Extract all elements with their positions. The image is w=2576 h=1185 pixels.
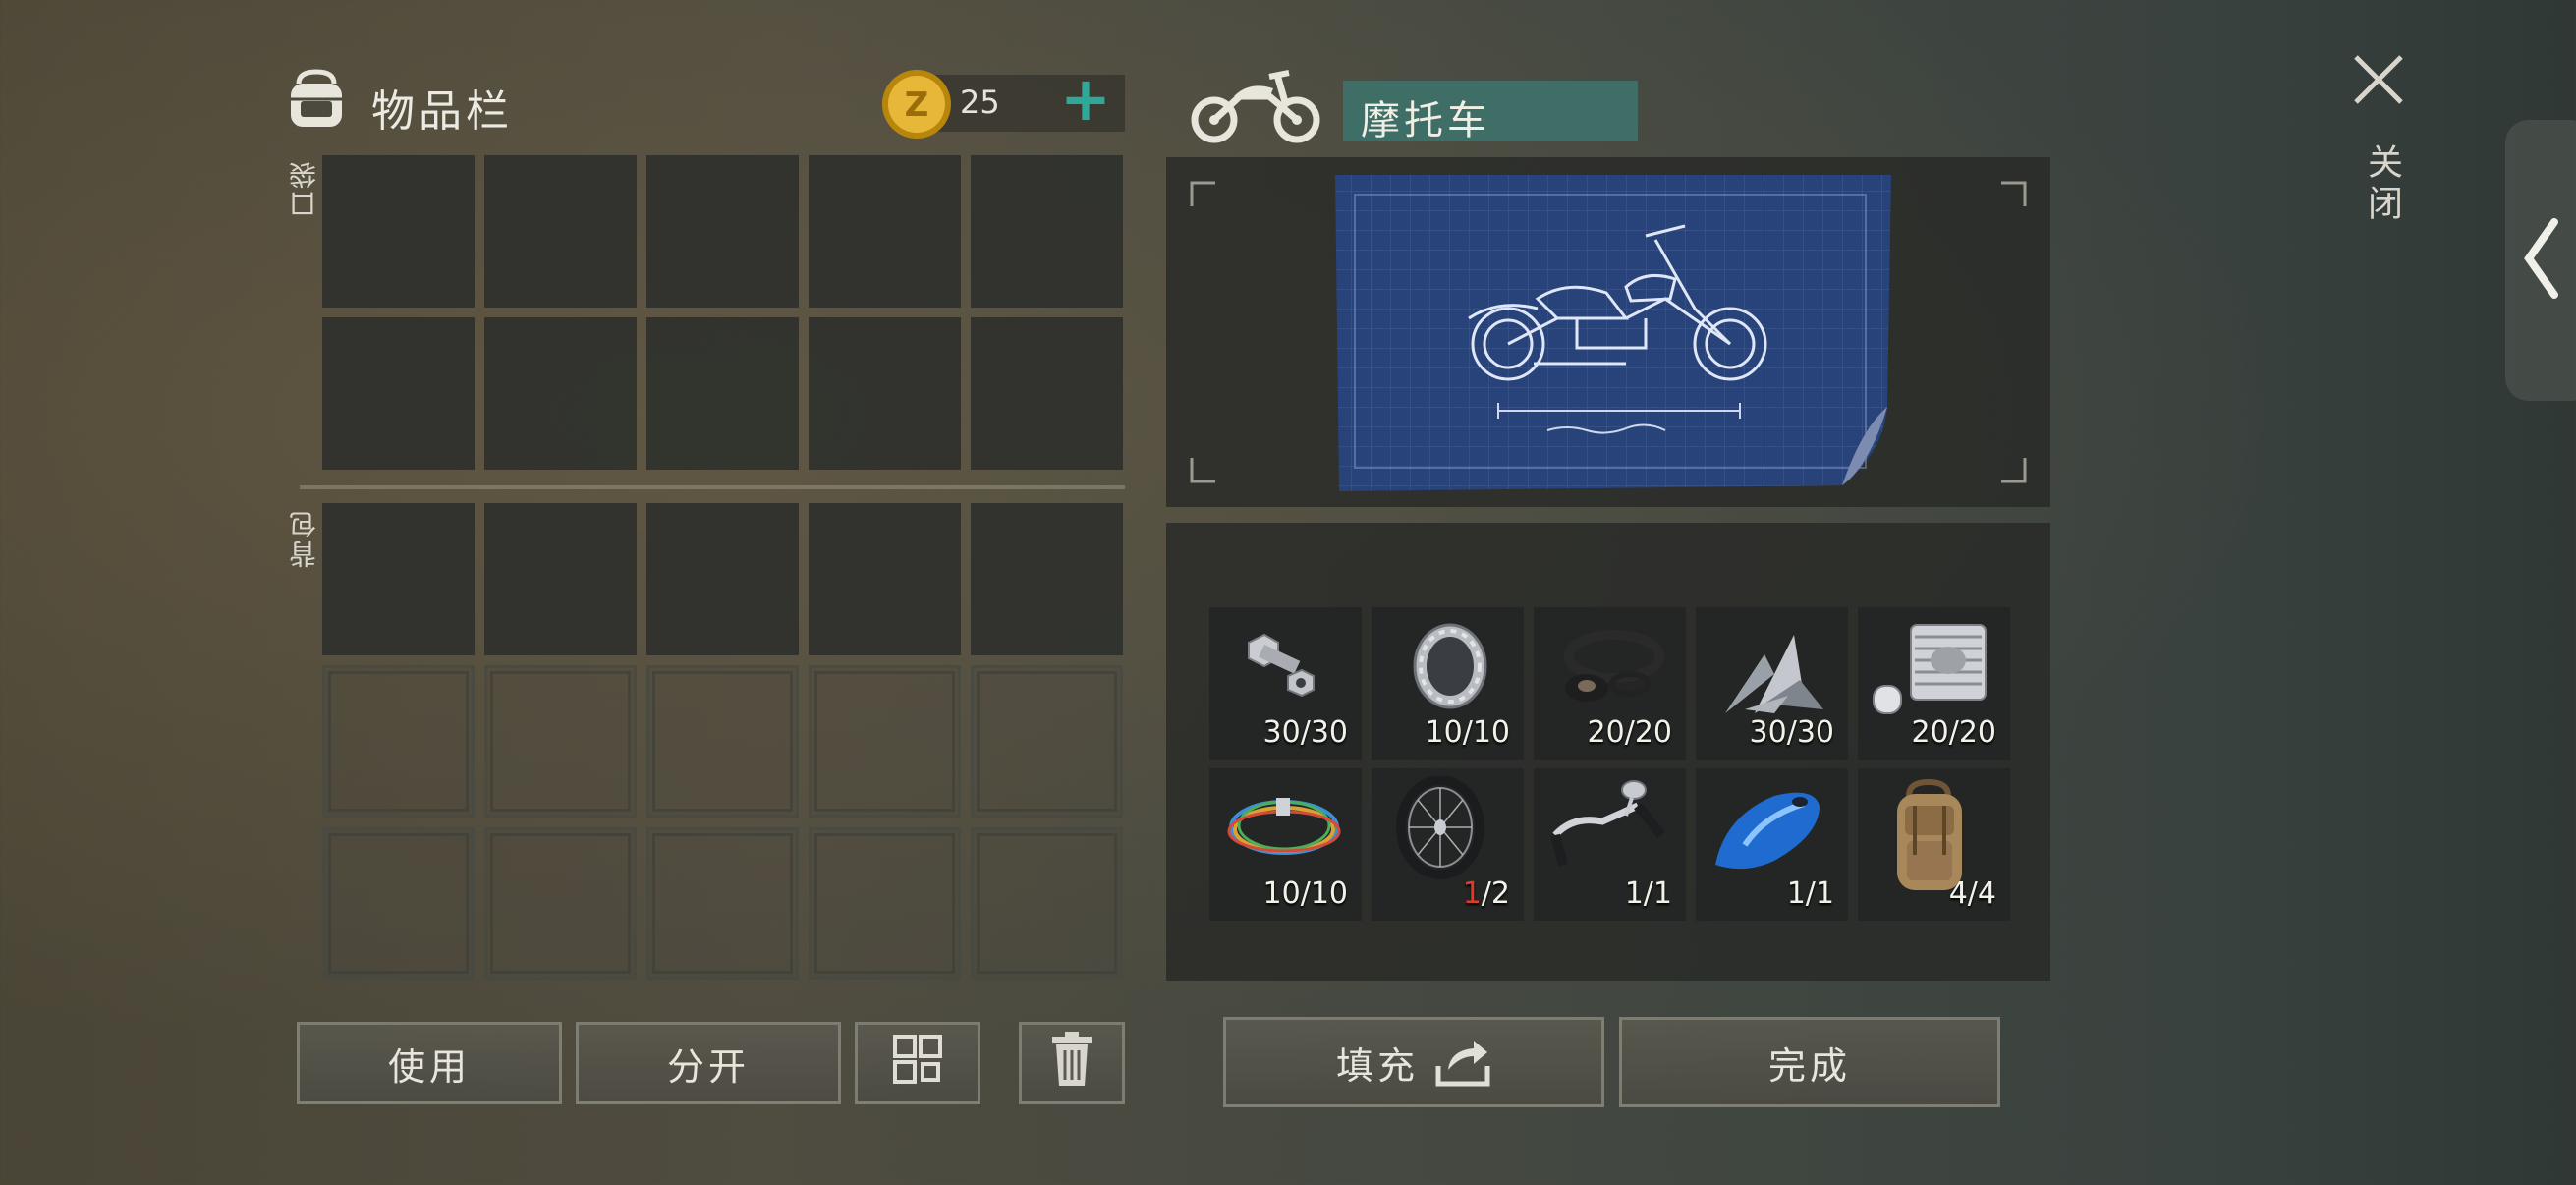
locked-slot [646,827,799,980]
coin-icon: Z [879,67,954,145]
blueprint-panel [1166,157,2050,507]
pocket-slot[interactable] [971,155,1123,308]
part-count: 1/1 [1624,876,1672,911]
part-count: 4/4 [1948,876,1996,911]
split-button[interactable]: 分开 [576,1022,841,1104]
locked-slot [322,827,475,980]
craft-title-box: 摩托车 [1343,81,1638,143]
part-have-missing: 1 [1462,876,1482,911]
part-count: 10/10 [1425,715,1510,750]
add-coins-button[interactable]: + [1060,65,1111,134]
trash-icon [1050,1031,1093,1097]
part-slot[interactable]: 10/10 [1209,768,1362,921]
part-slot[interactable]: 20/20 [1858,607,2010,760]
pocket-slot[interactable] [322,317,475,470]
part-count: 1/1 [1786,876,1834,911]
inventory-title: 物品栏 [371,86,513,137]
pocket-slot[interactable] [971,317,1123,470]
fill-button[interactable]: 填充 [1223,1017,1604,1107]
sort-button[interactable] [855,1022,980,1104]
pocket-slot[interactable] [646,317,799,470]
motorcycle-blueprint-icon [1331,171,1901,499]
craft-title: 摩托车 [1361,98,1490,143]
grid-sort-icon [892,1034,943,1094]
side-drawer-tab[interactable] [2505,120,2576,401]
backpack-icon [285,66,348,135]
coin-amount: 25 [960,84,1000,121]
close-button[interactable]: 关闭 [2346,49,2411,236]
locked-slot [484,665,637,818]
part-slot[interactable]: 20/20 [1534,607,1686,760]
backpack-slot[interactable] [971,503,1123,655]
pocket-slot[interactable] [484,317,637,470]
part-slot[interactable]: 1/1 [1534,768,1686,921]
backpack-label: 背包 [288,509,320,568]
part-slot[interactable]: 1/1 [1696,768,1848,921]
pocket-grid [322,155,1126,472]
locked-slot [971,827,1123,980]
part-slot[interactable]: 10/10 [1372,607,1524,760]
locked-slot [646,665,799,818]
fill-arrow-icon [1434,1037,1491,1088]
locked-slot [484,827,637,980]
part-slot[interactable]: 4/4 [1858,768,2010,921]
backpack-slot[interactable] [322,503,475,655]
backpack-slot[interactable] [484,503,637,655]
pocket-slot[interactable] [484,155,637,308]
pocket-slot[interactable] [646,155,799,308]
use-button[interactable]: 使用 [297,1022,562,1104]
part-slot[interactable]: 30/30 [1209,607,1362,760]
part-count: 30/30 [1262,715,1348,750]
backpack-slot[interactable] [646,503,799,655]
close-icon [2352,53,2405,110]
fill-button-label: 填充 [1335,1044,1419,1088]
part-count: 10/10 [1262,876,1348,911]
pocket-slot[interactable] [322,155,475,308]
part-slot[interactable]: 1/2 [1372,768,1524,921]
part-count: 30/30 [1749,715,1834,750]
locked-slot [809,665,961,818]
delete-button[interactable] [1019,1022,1125,1104]
part-count: 20/20 [1911,715,1996,750]
chevron-left-icon [2521,218,2560,303]
locked-slot [809,827,961,980]
pocket-slot[interactable] [809,155,961,308]
locked-slot [971,665,1123,818]
part-need: /2 [1481,876,1510,911]
motorcycle-icon [1191,67,1320,149]
pocket-slot[interactable] [809,317,961,470]
coin-counter: Z 25 + [879,65,1125,139]
locked-slot [322,665,475,818]
done-button[interactable]: 完成 [1619,1017,2000,1107]
parts-panel: 30/30 10/10 20/20 30/30 20/20 10/10 1/2 … [1166,523,2050,981]
part-count: 1/2 [1463,876,1510,911]
backpack-slot[interactable] [809,503,961,655]
backpack-grid [322,503,1126,985]
close-label: 关闭 [2362,143,2402,226]
part-slot[interactable]: 30/30 [1696,607,1848,760]
part-count: 20/20 [1587,715,1672,750]
grid-divider [300,485,1125,489]
pocket-label: 口袋 [288,159,320,218]
svg-text:Z: Z [905,85,929,125]
